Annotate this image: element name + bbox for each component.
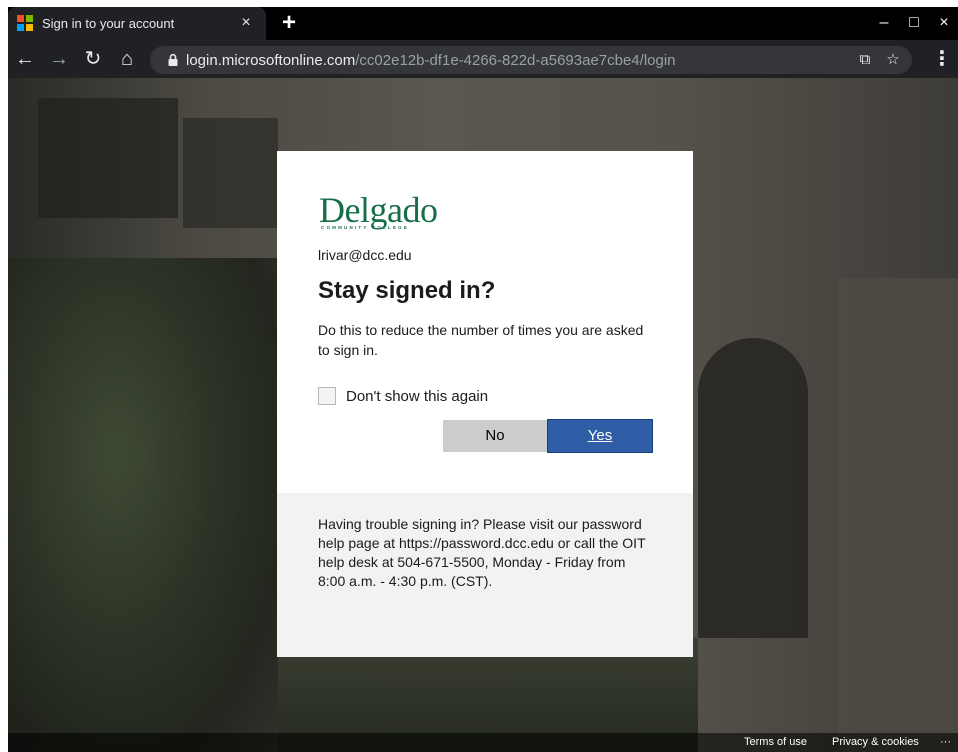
new-tab-icon[interactable]: + bbox=[276, 10, 302, 36]
bookmark-star-icon[interactable]: ☆ bbox=[882, 49, 904, 71]
browser-window: Sign in to your account × + – □ × ← → ↻ … bbox=[8, 7, 958, 752]
lock-icon bbox=[168, 53, 178, 66]
home-icon[interactable]: ⌂ bbox=[114, 46, 140, 72]
account-email: lrivar@dcc.edu bbox=[318, 247, 412, 263]
tab-strip: Sign in to your account × + – □ × bbox=[8, 7, 958, 40]
forward-icon[interactable]: → bbox=[46, 46, 72, 72]
more-options-icon[interactable]: ··· bbox=[940, 736, 951, 748]
page-content: Delgado COMMUNITY COLLEGE lrivar@dcc.edu… bbox=[8, 78, 958, 752]
browser-menu-icon[interactable]: ⋮ bbox=[932, 46, 952, 72]
yes-button[interactable]: Yes bbox=[547, 419, 653, 453]
tab-close-icon[interactable]: × bbox=[236, 13, 256, 33]
no-button[interactable]: No bbox=[443, 420, 547, 452]
url-host: login.microsoftonline.com bbox=[186, 52, 356, 69]
logo-subtext: COMMUNITY COLLEGE bbox=[321, 225, 410, 230]
terms-of-use-link[interactable]: Terms of use bbox=[744, 736, 807, 748]
open-in-app-icon[interactable]: ⧉ bbox=[854, 49, 876, 71]
privacy-cookies-link[interactable]: Privacy & cookies bbox=[832, 736, 919, 748]
background-window-left-2 bbox=[183, 118, 278, 228]
background-palm-trees bbox=[8, 258, 278, 752]
dialog-description: Do this to reduce the number of times yo… bbox=[318, 322, 644, 358]
delgado-logo: Delgado COMMUNITY COLLEGE bbox=[319, 191, 439, 235]
url-path: /cc02e12b-df1e-4266-822d-a5693ae7cbe4/lo… bbox=[355, 52, 676, 69]
favicon-square-red bbox=[17, 15, 24, 22]
dont-show-again-row[interactable]: Don't show this again bbox=[318, 385, 488, 407]
minimize-icon[interactable]: – bbox=[870, 11, 898, 35]
favicon-square-green bbox=[26, 15, 33, 22]
help-panel: Having trouble signing in? Please visit … bbox=[277, 493, 693, 657]
browser-toolbar: ← → ↻ ⌂ login.microsoftonline.com/cc02e1… bbox=[8, 40, 958, 78]
background-column bbox=[838, 278, 958, 752]
dont-show-again-checkbox[interactable] bbox=[318, 387, 336, 405]
reload-icon[interactable]: ↻ bbox=[80, 46, 106, 72]
favicon-square-yellow bbox=[26, 24, 33, 31]
stay-signed-in-dialog: Delgado COMMUNITY COLLEGE lrivar@dcc.edu… bbox=[277, 151, 693, 657]
dont-show-again-label[interactable]: Don't show this again bbox=[346, 388, 488, 405]
back-icon[interactable]: ← bbox=[12, 46, 38, 72]
url-text: login.microsoftonline.com/cc02e12b-df1e-… bbox=[186, 52, 676, 69]
microsoft-favicon-icon bbox=[17, 15, 33, 31]
maximize-icon[interactable]: □ bbox=[900, 11, 928, 35]
background-window-left bbox=[38, 98, 178, 218]
tab-title: Sign in to your account bbox=[42, 16, 175, 31]
favicon-square-blue bbox=[17, 24, 24, 31]
help-text: Having trouble signing in? Please visit … bbox=[318, 516, 646, 589]
dialog-heading: Stay signed in? bbox=[318, 277, 496, 304]
background-arch-window bbox=[698, 338, 808, 638]
logo-wordmark: Delgado bbox=[319, 190, 438, 230]
close-window-icon[interactable]: × bbox=[930, 11, 958, 35]
page-footer: Terms of use Privacy & cookies ··· bbox=[8, 733, 958, 752]
tab-sign-in[interactable]: Sign in to your account × bbox=[8, 7, 266, 40]
address-bar[interactable]: login.microsoftonline.com/cc02e12b-df1e-… bbox=[150, 46, 912, 74]
